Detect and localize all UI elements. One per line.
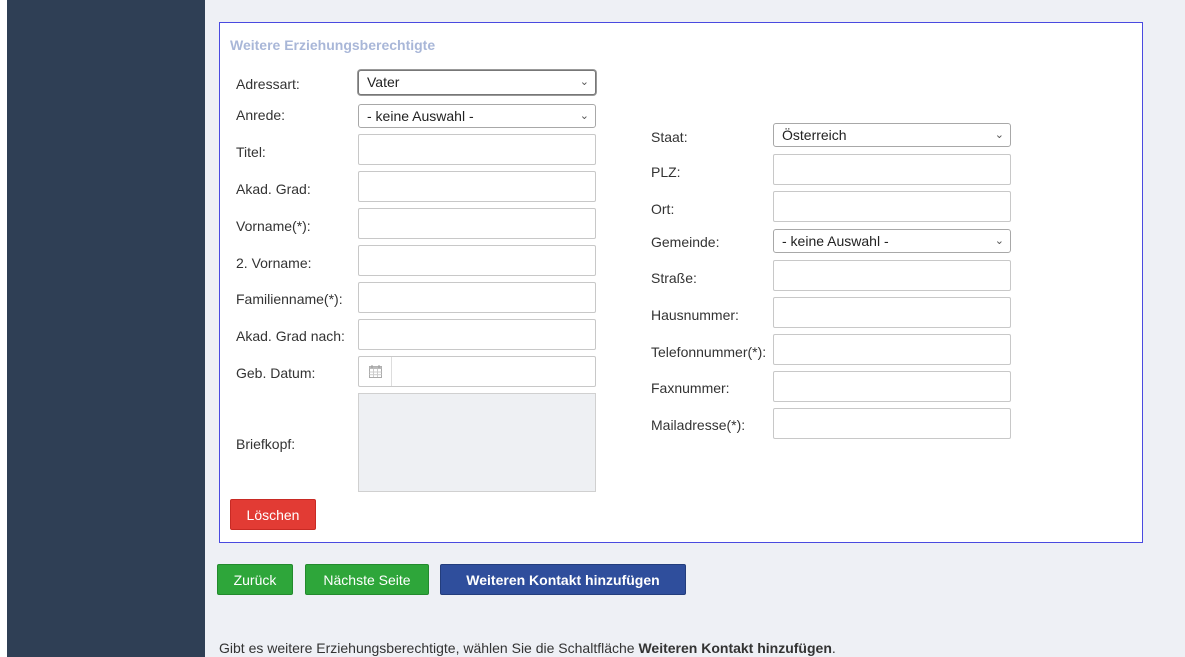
chevron-down-icon: ⌄ xyxy=(579,110,589,122)
main-content: Weitere Erziehungsberechtigte Adressart:… xyxy=(205,0,1185,657)
anrede-value: - keine Auswahl - xyxy=(367,108,474,124)
chevron-down-icon: ⌄ xyxy=(579,76,589,88)
anrede-select[interactable]: - keine Auswahl - ⌄ xyxy=(358,104,596,128)
titel-label: Titel: xyxy=(236,144,266,160)
anrede-label: Anrede: xyxy=(236,107,286,123)
gemeinde-value: - keine Auswahl - xyxy=(782,233,889,249)
fax-input[interactable] xyxy=(773,371,1011,402)
briefkopf-textarea[interactable] xyxy=(358,393,596,492)
vorname2-label: 2. Vorname: xyxy=(236,255,312,271)
zurueck-button[interactable]: Zurück xyxy=(217,564,293,595)
vorname-label: Vorname(*): xyxy=(236,218,311,234)
telefon-input[interactable] xyxy=(773,334,1011,365)
guardian-panel: Weitere Erziehungsberechtigte Adressart:… xyxy=(219,22,1143,543)
titel-input[interactable] xyxy=(358,134,596,165)
calendar-button[interactable] xyxy=(359,357,392,386)
telefon-label: Telefonnummer(*): xyxy=(651,344,767,360)
akad-grad-nach-input[interactable] xyxy=(358,319,596,350)
staat-label: Staat: xyxy=(651,129,688,145)
akad-grad-nach-label: Akad. Grad nach: xyxy=(236,328,345,344)
fax-label: Faxnummer: xyxy=(651,380,730,396)
gemeinde-label: Gemeinde: xyxy=(651,234,720,250)
hausnummer-label: Hausnummer: xyxy=(651,307,739,323)
ort-input[interactable] xyxy=(773,191,1011,222)
calendar-icon xyxy=(369,365,382,378)
vorname-input[interactable] xyxy=(358,208,596,239)
loeschen-button[interactable]: Löschen xyxy=(230,499,316,530)
akad-grad-input[interactable] xyxy=(358,171,596,202)
familienname-input[interactable] xyxy=(358,282,596,313)
chevron-down-icon: ⌄ xyxy=(994,129,1004,141)
briefkopf-label: Briefkopf: xyxy=(236,436,296,452)
staat-select[interactable]: Österreich ⌄ xyxy=(773,123,1011,147)
staat-value: Österreich xyxy=(782,127,847,143)
mail-label: Mailadresse(*): xyxy=(651,417,746,433)
footer-bold-text: Weiteren Kontakt hinzufügen xyxy=(638,640,832,656)
adressart-value: Vater xyxy=(367,74,400,90)
strasse-input[interactable] xyxy=(773,260,1011,291)
plz-label: PLZ: xyxy=(651,164,681,180)
gemeinde-select[interactable]: - keine Auswahl - ⌄ xyxy=(773,229,1011,253)
vorname2-input[interactable] xyxy=(358,245,596,276)
geb-datum-input[interactable] xyxy=(358,356,596,387)
adressart-label: Adressart: xyxy=(236,76,300,92)
strasse-label: Straße: xyxy=(651,270,697,286)
mail-input[interactable] xyxy=(773,408,1011,439)
footer-hint: Gibt es weitere Erziehungsberechtigte, w… xyxy=(219,640,836,656)
hausnummer-input[interactable] xyxy=(773,297,1011,328)
sidebar xyxy=(7,0,205,657)
plz-input[interactable] xyxy=(773,154,1011,185)
familienname-label: Familienname(*): xyxy=(236,291,343,307)
footer-text-end: . xyxy=(831,640,836,656)
geb-datum-label: Geb. Datum: xyxy=(236,365,316,381)
chevron-down-icon: ⌄ xyxy=(994,235,1004,247)
ort-label: Ort: xyxy=(651,201,675,217)
adressart-select[interactable]: Vater ⌄ xyxy=(358,70,596,95)
footer-text: Gibt es weitere Erziehungsberechtigte, w… xyxy=(219,640,639,656)
akad-grad-label: Akad. Grad: xyxy=(236,181,311,197)
panel-title: Weitere Erziehungsberechtigte xyxy=(230,37,436,53)
naechste-seite-button[interactable]: Nächste Seite xyxy=(305,564,429,595)
weiteren-kontakt-button[interactable]: Weiteren Kontakt hinzufügen xyxy=(440,564,686,595)
